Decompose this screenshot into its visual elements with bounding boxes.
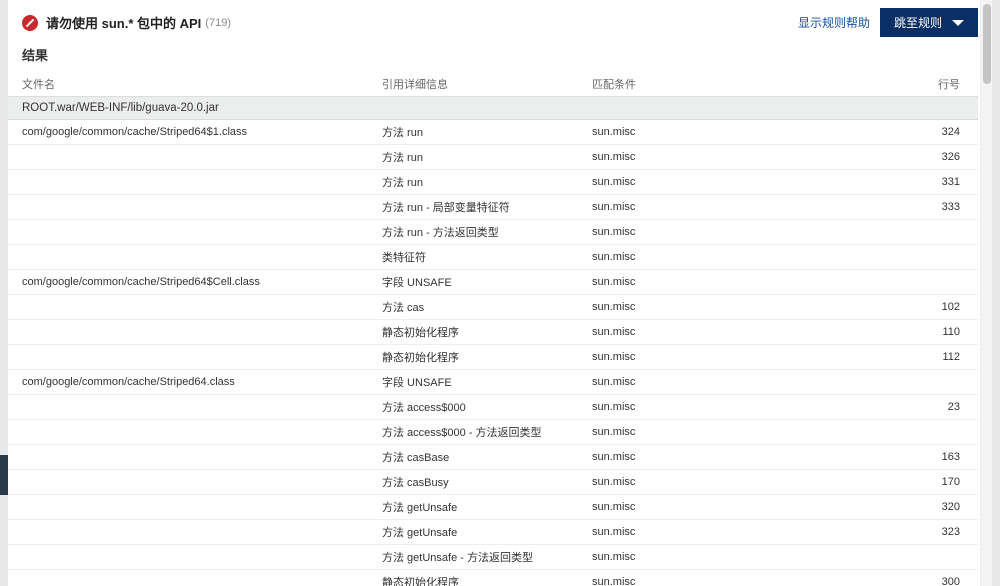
- table-header: 文件名 引用详细信息 匹配条件 行号: [8, 72, 978, 97]
- cell-filename: com/google/common/cache/Striped64$Cell.c…: [22, 276, 382, 288]
- cell-line: 102: [842, 301, 964, 313]
- col-filename[interactable]: 文件名: [22, 76, 382, 92]
- cell-ref: 方法 run: [382, 174, 592, 190]
- table-row[interactable]: 方法 getUnsafe - 方法返回类型sun.misc: [8, 545, 978, 570]
- col-line[interactable]: 行号: [842, 76, 964, 92]
- cell-ref: 方法 run - 方法返回类型: [382, 224, 592, 240]
- cell-match: sun.misc: [592, 576, 842, 586]
- cell-match: sun.misc: [592, 151, 842, 163]
- cell-ref: 方法 cas: [382, 299, 592, 315]
- prohibit-icon: [22, 15, 38, 31]
- table-row[interactable]: 方法 getUnsafesun.misc323: [8, 520, 978, 545]
- table-row[interactable]: 静态初始化程序sun.misc112: [8, 345, 978, 370]
- table-row[interactable]: 方法 runsun.misc331: [8, 170, 978, 195]
- cell-line: 324: [842, 126, 964, 138]
- cell-ref: 静态初始化程序: [382, 574, 592, 586]
- table-body: com/google/common/cache/Striped64$1.clas…: [8, 120, 978, 586]
- cell-line: 323: [842, 526, 964, 538]
- cell-ref: 方法 run: [382, 124, 592, 140]
- cell-match: sun.misc: [592, 426, 842, 438]
- col-ref-detail[interactable]: 引用详细信息: [382, 76, 592, 92]
- table-row[interactable]: 方法 casBusysun.misc170: [8, 470, 978, 495]
- main-panel: 请勿使用 sun.* 包中的 API (719) 显示规则帮助 跳至规则 结果 …: [8, 0, 992, 586]
- cell-match: sun.misc: [592, 351, 842, 363]
- cell-match: sun.misc: [592, 326, 842, 338]
- cell-match: sun.misc: [592, 451, 842, 463]
- cell-match: sun.misc: [592, 226, 842, 238]
- cell-match: sun.misc: [592, 126, 842, 138]
- table-row[interactable]: 方法 cassun.misc102: [8, 295, 978, 320]
- cell-filename: com/google/common/cache/Striped64$1.clas…: [22, 126, 382, 138]
- cell-line: 170: [842, 476, 964, 488]
- table-row[interactable]: 类特征符sun.misc: [8, 245, 978, 270]
- cell-line: 333: [842, 201, 964, 213]
- table-row[interactable]: 静态初始化程序sun.misc300: [8, 570, 978, 586]
- results-table: 文件名 引用详细信息 匹配条件 行号 ROOT.war/WEB-INF/lib/…: [8, 72, 978, 586]
- cell-line: 331: [842, 176, 964, 188]
- cell-ref: 方法 access$000: [382, 399, 592, 415]
- scrollbar-thumb[interactable]: [983, 4, 991, 84]
- cell-ref: 方法 getUnsafe: [382, 499, 592, 515]
- table-row[interactable]: 方法 run - 方法返回类型sun.misc: [8, 220, 978, 245]
- table-row[interactable]: 方法 getUnsafesun.misc320: [8, 495, 978, 520]
- cell-match: sun.misc: [592, 501, 842, 513]
- right-gutter: [992, 0, 1000, 586]
- cell-match: sun.misc: [592, 276, 842, 288]
- cell-match: sun.misc: [592, 251, 842, 263]
- cell-ref: 字段 UNSAFE: [382, 374, 592, 390]
- cell-match: sun.misc: [592, 401, 842, 413]
- cell-line: 320: [842, 501, 964, 513]
- cell-ref: 静态初始化程序: [382, 349, 592, 365]
- table-row[interactable]: 方法 run - 局部变量特征符sun.misc333: [8, 195, 978, 220]
- table-row[interactable]: 方法 access$000sun.misc23: [8, 395, 978, 420]
- rule-title: 请勿使用 sun.* 包中的 API: [46, 13, 201, 32]
- cell-match: sun.misc: [592, 201, 842, 213]
- table-row[interactable]: 方法 runsun.misc326: [8, 145, 978, 170]
- cell-ref: 方法 getUnsafe: [382, 524, 592, 540]
- cell-ref: 字段 UNSAFE: [382, 274, 592, 290]
- cell-ref: 方法 getUnsafe - 方法返回类型: [382, 549, 592, 565]
- cell-line: 326: [842, 151, 964, 163]
- cell-ref: 方法 casBase: [382, 449, 592, 465]
- table-row[interactable]: com/google/common/cache/Striped64.class字…: [8, 370, 978, 395]
- cell-ref: 静态初始化程序: [382, 324, 592, 340]
- cell-ref: 方法 casBusy: [382, 474, 592, 490]
- table-row[interactable]: 方法 casBasesun.misc163: [8, 445, 978, 470]
- show-rule-help-link[interactable]: 显示规则帮助: [798, 14, 870, 31]
- cell-line: 300: [842, 576, 964, 586]
- cell-line: 110: [842, 326, 964, 338]
- results-section-title: 结果: [8, 41, 992, 72]
- vertical-scrollbar[interactable]: [980, 0, 992, 586]
- cell-ref: 类特征符: [382, 249, 592, 265]
- cell-match: sun.misc: [592, 176, 842, 188]
- chevron-down-icon: [952, 20, 964, 26]
- group-row[interactable]: ROOT.war/WEB-INF/lib/guava-20.0.jar: [8, 97, 978, 120]
- cell-match: sun.misc: [592, 476, 842, 488]
- cell-ref: 方法 run - 局部变量特征符: [382, 199, 592, 215]
- cell-match: sun.misc: [592, 551, 842, 563]
- jump-to-rule-label: 跳至规则: [894, 14, 942, 31]
- cell-filename: com/google/common/cache/Striped64.class: [22, 376, 382, 388]
- left-collapsed-handle[interactable]: [0, 455, 8, 495]
- cell-match: sun.misc: [592, 526, 842, 538]
- rule-count: (719): [205, 17, 231, 29]
- table-row[interactable]: 静态初始化程序sun.misc110: [8, 320, 978, 345]
- cell-match: sun.misc: [592, 301, 842, 313]
- table-row[interactable]: 方法 access$000 - 方法返回类型sun.misc: [8, 420, 978, 445]
- table-row[interactable]: com/google/common/cache/Striped64$Cell.c…: [8, 270, 978, 295]
- cell-line: 163: [842, 451, 964, 463]
- col-match[interactable]: 匹配条件: [592, 76, 842, 92]
- jump-to-rule-button[interactable]: 跳至规则: [880, 8, 978, 37]
- table-row[interactable]: com/google/common/cache/Striped64$1.clas…: [8, 120, 978, 145]
- cell-line: 112: [842, 351, 964, 363]
- rule-header: 请勿使用 sun.* 包中的 API (719) 显示规则帮助 跳至规则: [8, 0, 992, 41]
- cell-ref: 方法 access$000 - 方法返回类型: [382, 424, 592, 440]
- cell-ref: 方法 run: [382, 149, 592, 165]
- cell-match: sun.misc: [592, 376, 842, 388]
- cell-line: 23: [842, 401, 964, 413]
- left-gutter: [0, 0, 8, 586]
